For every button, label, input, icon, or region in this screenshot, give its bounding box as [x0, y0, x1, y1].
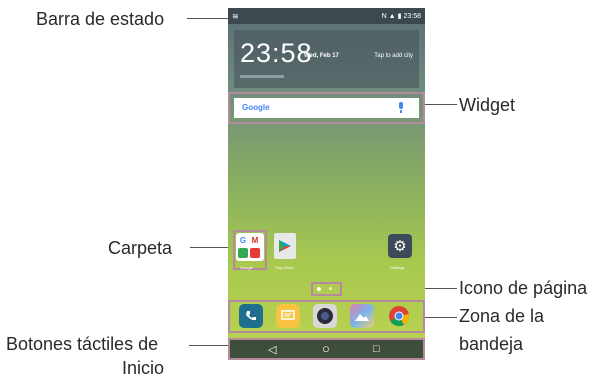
folder-label: Google [240, 265, 253, 270]
widget-leader [425, 104, 457, 105]
messaging-icon[interactable] [276, 304, 300, 328]
home-buttons-callout-line1: Botones táctiles de [6, 334, 159, 354]
clock-city-hint: Tap to add city [374, 53, 413, 59]
phone-home-screen: ≋ N ▲ ▮ 23:58 23:58 Wed, Feb 17 Tap to a… [228, 8, 425, 360]
settings-label: Settings [390, 265, 405, 270]
clock-widget[interactable]: 23:58 Wed, Feb 17 Tap to add city [234, 30, 419, 88]
tray-zone-leader [425, 317, 457, 318]
folder-leader [190, 247, 233, 248]
google-logo: Google [242, 103, 270, 112]
recents-button[interactable]: □ [373, 343, 380, 355]
chrome-icon[interactable] [387, 304, 411, 328]
clock-date: Wed, Feb 17 [304, 53, 339, 59]
battery-icon: ▮ [397, 13, 402, 20]
camera-icon[interactable] [313, 304, 337, 328]
page-icon-callout: Icono de página [459, 278, 588, 298]
nfc-icon: N [381, 12, 387, 20]
page-dot-active[interactable] [317, 287, 321, 291]
home-touch-buttons: ◁ ○ □ [228, 338, 425, 360]
status-bar-leader [187, 18, 228, 19]
playstore-icon[interactable] [274, 233, 296, 259]
clock-location-line [240, 75, 284, 78]
app-folder[interactable]: G M [236, 233, 264, 261]
notification-icon: ≋ [232, 11, 239, 21]
clock-time: 23:58 [240, 38, 313, 68]
page-indicator-highlight [311, 282, 342, 296]
home-buttons-leader [189, 345, 228, 346]
maps-app-icon [238, 248, 248, 258]
google-app-icon: G [239, 235, 247, 245]
settings-icon[interactable]: ⚙ [388, 234, 412, 258]
gmail-app-icon: M [251, 235, 259, 245]
back-button[interactable]: ◁ [268, 343, 276, 356]
page-dot[interactable] [329, 287, 332, 290]
signal-icon: ▲ [388, 12, 396, 20]
youtube-app-icon [250, 248, 260, 258]
status-bar-callout: Barra de estado [36, 9, 165, 29]
tray-zone-callout-line1: Zona de la [459, 306, 545, 326]
mic-icon[interactable] [399, 102, 403, 109]
google-search-widget[interactable]: Google [234, 98, 419, 118]
status-time: 23:58 [403, 12, 421, 20]
playstore-label: Play Store [275, 265, 294, 270]
folder-callout: Carpeta [108, 238, 173, 258]
tray-zone-callout-line2: bandeja [459, 334, 524, 354]
home-buttons-callout-line2: Inicio [122, 358, 165, 378]
gallery-icon[interactable] [350, 304, 374, 328]
widget-callout: Widget [459, 95, 516, 115]
status-bar: ≋ N ▲ ▮ 23:58 [228, 8, 425, 24]
phone-icon[interactable] [239, 304, 263, 328]
home-button[interactable]: ○ [322, 341, 330, 356]
